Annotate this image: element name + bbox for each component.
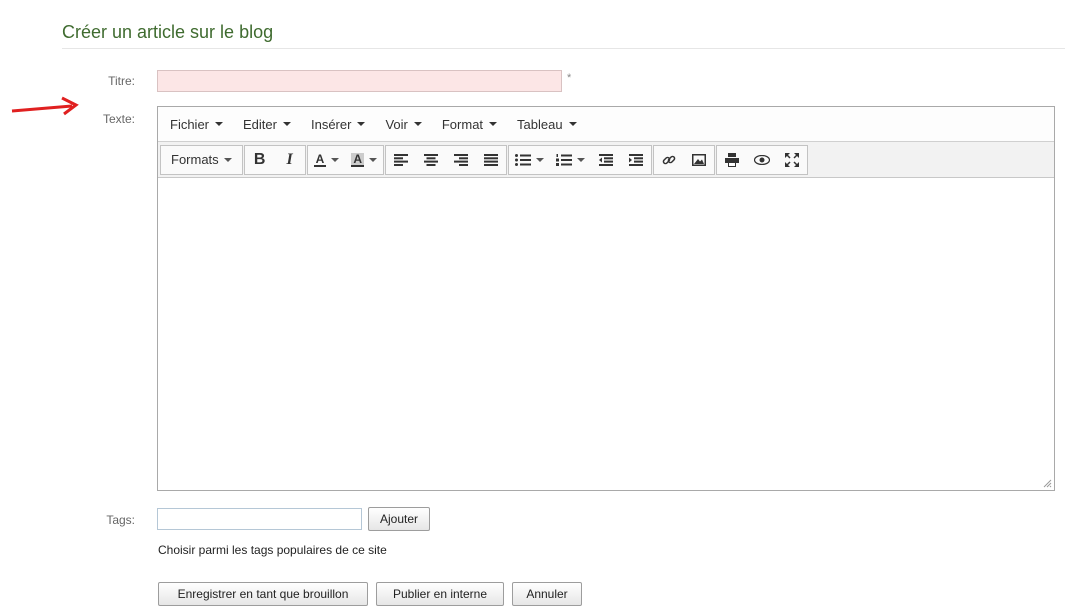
menu-voir[interactable]: Voir bbox=[385, 117, 422, 132]
bold-button[interactable]: B bbox=[245, 146, 275, 174]
rich-text-editor: Fichier Editer Insérer Voir Format Table… bbox=[157, 106, 1055, 491]
caret-down-icon bbox=[357, 122, 366, 126]
text-color-button[interactable]: A bbox=[308, 146, 346, 174]
menu-editer[interactable]: Editer bbox=[243, 117, 291, 132]
outdent-button[interactable] bbox=[591, 146, 621, 174]
caret-down-icon bbox=[536, 157, 545, 162]
editor-content-area[interactable] bbox=[158, 178, 1054, 488]
bullet-list-icon bbox=[515, 153, 532, 166]
add-tag-button[interactable]: Ajouter bbox=[368, 507, 430, 531]
menu-fichier[interactable]: Fichier bbox=[170, 117, 224, 132]
caret-down-icon bbox=[489, 122, 498, 126]
popular-tags-link[interactable]: Choisir parmi les tags populaires de ce … bbox=[158, 543, 387, 557]
caret-down-icon bbox=[215, 122, 224, 126]
caret-down-icon bbox=[223, 157, 232, 162]
publish-button[interactable]: Publier en interne bbox=[376, 582, 504, 606]
fullscreen-button[interactable] bbox=[777, 146, 807, 174]
align-left-button[interactable] bbox=[386, 146, 416, 174]
title-input[interactable] bbox=[157, 70, 562, 92]
fullscreen-icon bbox=[785, 152, 800, 167]
tags-label: Tags: bbox=[106, 513, 135, 527]
background-color-button[interactable]: A bbox=[345, 146, 383, 174]
link-button[interactable] bbox=[654, 146, 684, 174]
caret-down-icon bbox=[369, 157, 378, 162]
numbered-list-button[interactable] bbox=[550, 146, 591, 174]
print-button[interactable] bbox=[717, 146, 747, 174]
image-button[interactable] bbox=[684, 146, 714, 174]
align-left-icon bbox=[394, 153, 409, 166]
list-group bbox=[508, 144, 653, 175]
caret-down-icon bbox=[282, 122, 291, 126]
color-group: A A bbox=[306, 144, 385, 175]
bullet-list-button[interactable] bbox=[509, 146, 550, 174]
link-icon bbox=[662, 155, 676, 164]
image-icon bbox=[692, 153, 707, 166]
indent-icon bbox=[629, 153, 644, 166]
menu-format[interactable]: Format bbox=[442, 117, 498, 132]
editor-menubar: Fichier Editer Insérer Voir Format Table… bbox=[158, 107, 1054, 142]
caret-down-icon bbox=[331, 157, 340, 162]
outdent-icon bbox=[599, 153, 614, 166]
editor-toolbar: Formats B I A A bbox=[158, 142, 1054, 178]
indent-button[interactable] bbox=[621, 146, 651, 174]
align-center-button[interactable] bbox=[416, 146, 446, 174]
italic-button[interactable]: I bbox=[275, 146, 305, 174]
menu-tableau[interactable]: Tableau bbox=[517, 117, 577, 132]
align-center-icon bbox=[424, 153, 439, 166]
insert-group bbox=[653, 144, 716, 175]
align-right-button[interactable] bbox=[446, 146, 476, 174]
align-justify-button[interactable] bbox=[476, 146, 506, 174]
title-label: Titre: bbox=[108, 74, 135, 88]
menu-inserer[interactable]: Insérer bbox=[311, 117, 366, 132]
text-label: Texte: bbox=[102, 112, 135, 126]
required-mark: * bbox=[567, 72, 572, 84]
formats-dropdown[interactable]: Formats bbox=[161, 146, 242, 174]
align-group bbox=[385, 144, 508, 175]
numbered-list-icon bbox=[556, 153, 573, 166]
caret-down-icon bbox=[413, 122, 422, 126]
align-justify-icon bbox=[484, 153, 499, 166]
preview-button[interactable] bbox=[747, 146, 777, 174]
save-draft-button[interactable]: Enregistrer en tant que brouillon bbox=[158, 582, 368, 606]
tags-input[interactable] bbox=[157, 508, 362, 530]
align-right-icon bbox=[454, 153, 469, 166]
cancel-button[interactable]: Annuler bbox=[512, 582, 582, 606]
page-title: Créer un article sur le blog bbox=[62, 22, 274, 42]
print-icon bbox=[725, 152, 740, 167]
resize-grip-icon[interactable] bbox=[1042, 478, 1052, 488]
formats-group: Formats bbox=[160, 144, 243, 175]
view-group bbox=[716, 144, 809, 175]
caret-down-icon bbox=[568, 122, 577, 126]
caret-down-icon bbox=[577, 157, 586, 162]
style-group: B I bbox=[243, 144, 306, 175]
title-divider bbox=[62, 48, 1065, 49]
preview-icon bbox=[754, 154, 771, 165]
